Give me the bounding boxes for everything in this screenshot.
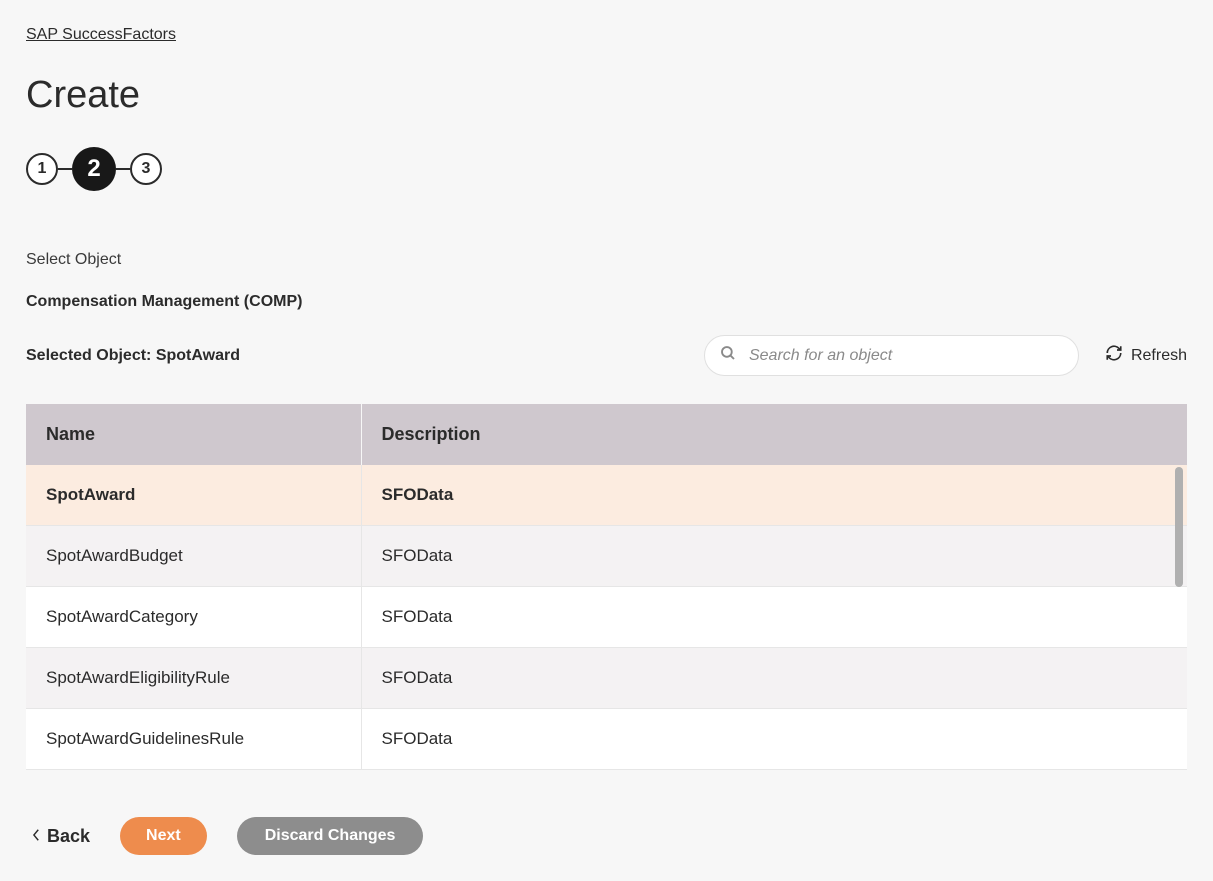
cell-name: SpotAwardBudget (26, 526, 361, 587)
table-row[interactable]: SpotAwardEligibilityRuleSFOData (26, 648, 1187, 709)
table-row[interactable]: SpotAwardBudgetSFOData (26, 526, 1187, 587)
step-1[interactable]: 1 (26, 153, 58, 185)
back-button[interactable]: Back (32, 826, 90, 847)
discard-button[interactable]: Discard Changes (237, 817, 424, 855)
search-input[interactable] (749, 347, 1064, 365)
step-3[interactable]: 3 (130, 153, 162, 185)
breadcrumb[interactable]: SAP SuccessFactors (26, 26, 176, 44)
cell-description: SFOData (361, 709, 1187, 770)
table-row[interactable]: SpotAwardGuidelinesRuleSFOData (26, 709, 1187, 770)
cell-description: SFOData (361, 465, 1187, 526)
chevron-left-icon (32, 826, 41, 847)
next-button[interactable]: Next (120, 817, 207, 855)
cell-description: SFOData (361, 526, 1187, 587)
cell-description: SFOData (361, 648, 1187, 709)
step-connector (116, 168, 130, 170)
step-2[interactable]: 2 (72, 147, 116, 191)
search-icon (719, 344, 749, 367)
cell-name: SpotAward (26, 465, 361, 526)
cell-name: SpotAwardGuidelinesRule (26, 709, 361, 770)
module-label: Compensation Management (COMP) (26, 293, 1187, 311)
search-box[interactable] (704, 335, 1079, 376)
section-label: Select Object (26, 251, 1187, 269)
table-header-name: Name (26, 404, 361, 465)
table-row[interactable]: SpotAwardCategorySFOData (26, 587, 1187, 648)
page-title: Create (26, 74, 1187, 117)
cell-description: SFOData (361, 587, 1187, 648)
refresh-icon (1105, 344, 1123, 367)
cell-name: SpotAwardEligibilityRule (26, 648, 361, 709)
selected-object-label: Selected Object: SpotAward (26, 347, 240, 365)
cell-name: SpotAwardCategory (26, 587, 361, 648)
table-row[interactable]: SpotAwardSFOData (26, 465, 1187, 526)
refresh-label: Refresh (1131, 347, 1187, 365)
scrollbar[interactable] (1175, 467, 1183, 587)
step-connector (58, 168, 72, 170)
back-label: Back (47, 826, 90, 847)
stepper: 1 2 3 (26, 147, 1187, 191)
table-header-description: Description (361, 404, 1187, 465)
refresh-button[interactable]: Refresh (1105, 344, 1187, 367)
